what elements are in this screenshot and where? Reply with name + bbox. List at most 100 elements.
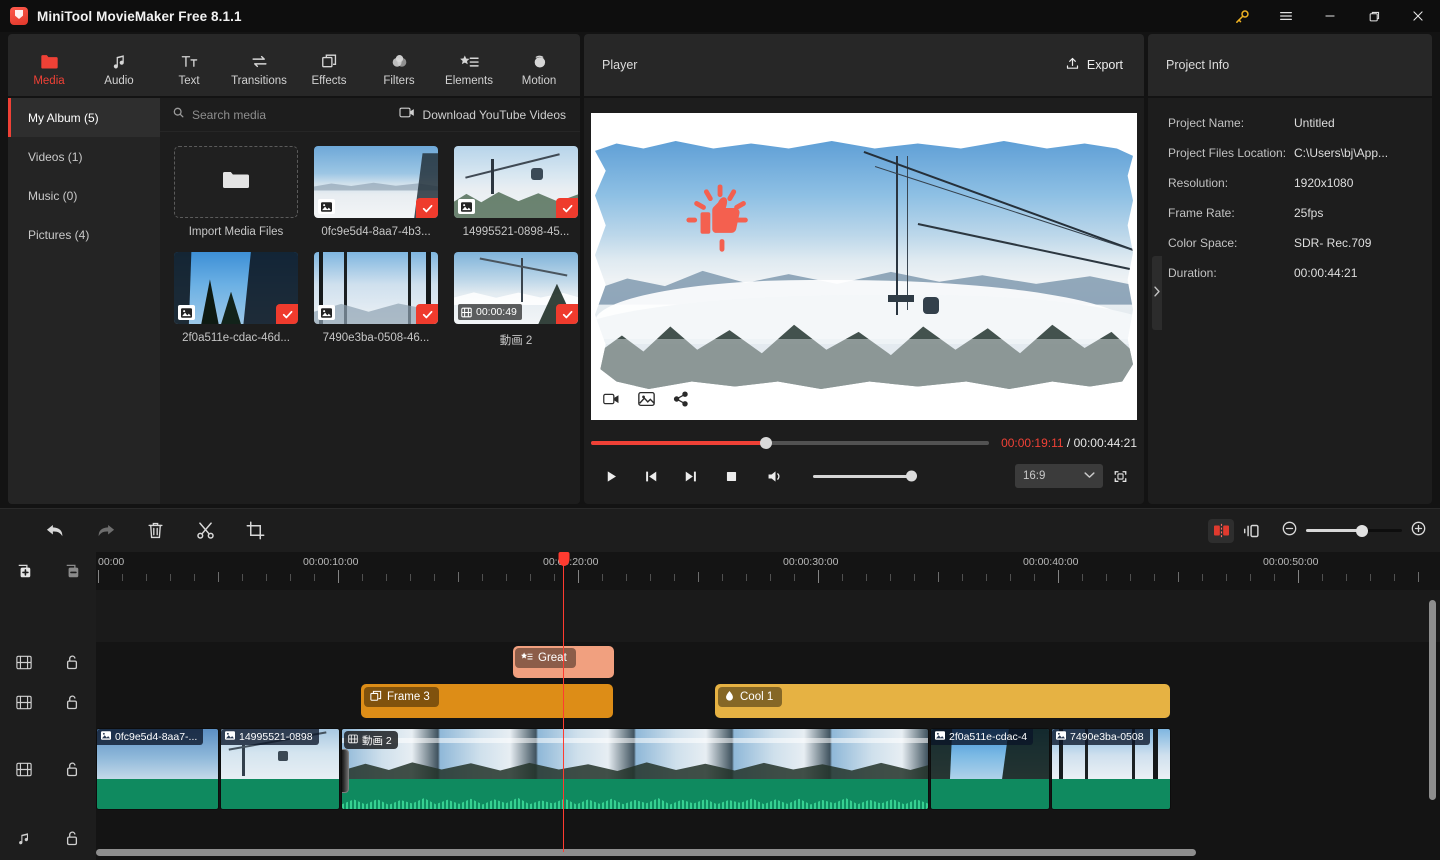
zoom-in-icon[interactable] bbox=[1411, 521, 1426, 541]
player-header: Player Export bbox=[584, 34, 1144, 96]
download-youtube-button[interactable]: Download YouTube Videos bbox=[398, 106, 566, 124]
tab-filters[interactable]: Filters bbox=[364, 34, 434, 96]
undo-icon[interactable] bbox=[30, 516, 80, 546]
split-clip-icon[interactable] bbox=[1208, 518, 1234, 543]
filter-clip-cool1[interactable]: Cool 1 bbox=[715, 684, 1170, 718]
next-frame-icon[interactable] bbox=[671, 462, 711, 490]
selected-check-icon[interactable] bbox=[416, 304, 438, 324]
playhead-handle[interactable] bbox=[558, 552, 569, 566]
video-clip-1[interactable]: 14995521-0898 bbox=[220, 728, 340, 810]
selected-check-icon[interactable] bbox=[276, 304, 298, 324]
volume-icon[interactable] bbox=[755, 462, 795, 490]
play-icon[interactable] bbox=[591, 462, 631, 490]
tab-motion[interactable]: Motion bbox=[504, 34, 574, 96]
album-label: Pictures (4) bbox=[28, 227, 90, 242]
import-media-button[interactable] bbox=[174, 146, 298, 218]
project-info-collapse-button[interactable] bbox=[1152, 256, 1162, 330]
previous-frame-icon[interactable] bbox=[631, 462, 671, 490]
tab-effects[interactable]: Effects bbox=[294, 34, 364, 96]
delete-trash-icon[interactable] bbox=[130, 516, 180, 546]
tab-media[interactable]: Media bbox=[14, 34, 84, 96]
zoom-out-icon[interactable] bbox=[1282, 521, 1297, 541]
clip-audio-waveform bbox=[342, 779, 928, 809]
unlock-icon[interactable] bbox=[48, 694, 96, 710]
hamburger-menu-icon[interactable] bbox=[1264, 0, 1308, 32]
ruler-tick bbox=[962, 574, 963, 581]
timeline-ruler[interactable]: 00:00 00:00:10:00 00:00:20:00 00:00:30:0… bbox=[96, 552, 1440, 590]
sidebar-item-my-album[interactable]: My Album (5) bbox=[8, 98, 160, 137]
volume-slider[interactable] bbox=[813, 470, 917, 482]
export-button[interactable]: Export bbox=[1058, 51, 1130, 79]
volume-slider-knob[interactable] bbox=[906, 470, 917, 482]
video-clip-0[interactable]: 0fc9e5d4-8aa7-... bbox=[96, 728, 219, 810]
ruler-tick bbox=[1178, 572, 1179, 582]
element-thumbs-up-overlay[interactable] bbox=[683, 183, 761, 261]
track-row-effects[interactable]: Frame 3 Cool 1 bbox=[96, 682, 1440, 728]
share-icon[interactable] bbox=[673, 391, 689, 412]
playhead[interactable] bbox=[558, 552, 569, 852]
clip-trim-handle-left[interactable] bbox=[342, 749, 349, 793]
playback-scrubber[interactable] bbox=[591, 437, 990, 449]
ruler-tick bbox=[338, 570, 339, 583]
key-icon[interactable] bbox=[1220, 0, 1264, 32]
video-track-icon[interactable] bbox=[0, 695, 48, 710]
ruler-tick bbox=[458, 572, 459, 582]
track-row-video[interactable]: 0fc9e5d4-8aa7-... 14995521-0898 動画 2 2f0… bbox=[96, 728, 1440, 814]
selected-check-icon[interactable] bbox=[416, 198, 438, 218]
sidebar-item-pictures[interactable]: Pictures (4) bbox=[8, 215, 160, 254]
playback-scrubber-knob[interactable] bbox=[760, 437, 773, 449]
video-track-icon[interactable] bbox=[0, 762, 48, 777]
media-thumbnail-4[interactable]: 00:00:49 bbox=[454, 252, 578, 324]
aspect-ratio-select[interactable]: 16:9 bbox=[1015, 464, 1103, 488]
ruler-tick bbox=[434, 574, 435, 581]
audio-track-icon[interactable] bbox=[0, 831, 48, 846]
unlock-icon[interactable] bbox=[48, 761, 96, 777]
record-video-icon[interactable] bbox=[603, 392, 620, 411]
media-thumbnail-1[interactable] bbox=[454, 146, 578, 218]
video-clip-3[interactable]: 2f0a511e-cdac-4 bbox=[930, 728, 1050, 810]
media-thumbnail-3[interactable] bbox=[314, 252, 438, 324]
unlock-icon[interactable] bbox=[48, 654, 96, 670]
selected-check-icon[interactable] bbox=[556, 304, 578, 324]
video-track-icon[interactable] bbox=[0, 655, 48, 670]
tab-audio[interactable]: Audio bbox=[84, 34, 154, 96]
video-clip-4[interactable]: 7490e3ba-0508 bbox=[1051, 728, 1171, 810]
add-track-icon[interactable] bbox=[0, 563, 48, 580]
maximize-icon[interactable] bbox=[1352, 0, 1396, 32]
tab-elements[interactable]: Elements bbox=[434, 34, 504, 96]
media-thumbnail-2[interactable] bbox=[174, 252, 298, 324]
snapshot-image-icon[interactable] bbox=[638, 391, 655, 412]
timeline-zoom-control bbox=[1282, 521, 1426, 541]
minimize-icon[interactable] bbox=[1308, 0, 1352, 32]
sidebar-item-videos[interactable]: Videos (1) bbox=[8, 137, 160, 176]
timeline-zoom-knob[interactable] bbox=[1355, 524, 1368, 537]
split-scissors-icon[interactable] bbox=[180, 516, 230, 546]
audio-waveform-icon[interactable] bbox=[1238, 519, 1264, 543]
close-icon[interactable] bbox=[1396, 0, 1440, 32]
video-clip-2[interactable]: 動画 2 bbox=[341, 728, 929, 810]
window-controls bbox=[1220, 0, 1440, 32]
selected-check-icon[interactable] bbox=[556, 198, 578, 218]
media-thumbnail-0[interactable] bbox=[314, 146, 438, 218]
timeline-zoom-slider[interactable] bbox=[1306, 524, 1402, 537]
preview-stage[interactable] bbox=[591, 113, 1137, 420]
project-info-row: Project Name: Untitled bbox=[1168, 108, 1432, 138]
redo-icon[interactable] bbox=[80, 516, 130, 546]
unlock-icon[interactable] bbox=[48, 830, 96, 846]
ruler-tick bbox=[818, 570, 819, 583]
search-input[interactable]: Search media bbox=[172, 106, 266, 124]
remove-track-icon[interactable] bbox=[48, 563, 96, 580]
tab-text[interactable]: Text bbox=[154, 34, 224, 96]
effect-clip-frame3[interactable]: Frame 3 bbox=[361, 684, 613, 718]
stop-icon[interactable] bbox=[711, 462, 751, 490]
crop-icon[interactable] bbox=[230, 516, 280, 546]
ruler-tick bbox=[650, 574, 651, 581]
fullscreen-icon[interactable] bbox=[1103, 462, 1137, 490]
ruler-tick bbox=[1058, 570, 1059, 583]
timeline-horizontal-scrollbar[interactable] bbox=[96, 849, 1196, 856]
track-row-elements[interactable]: Great bbox=[96, 642, 1440, 682]
tab-transitions[interactable]: Transitions bbox=[224, 34, 294, 96]
timeline-vertical-scrollbar[interactable] bbox=[1429, 600, 1436, 800]
track-row-empty[interactable] bbox=[96, 590, 1440, 642]
sidebar-item-music[interactable]: Music (0) bbox=[8, 176, 160, 215]
